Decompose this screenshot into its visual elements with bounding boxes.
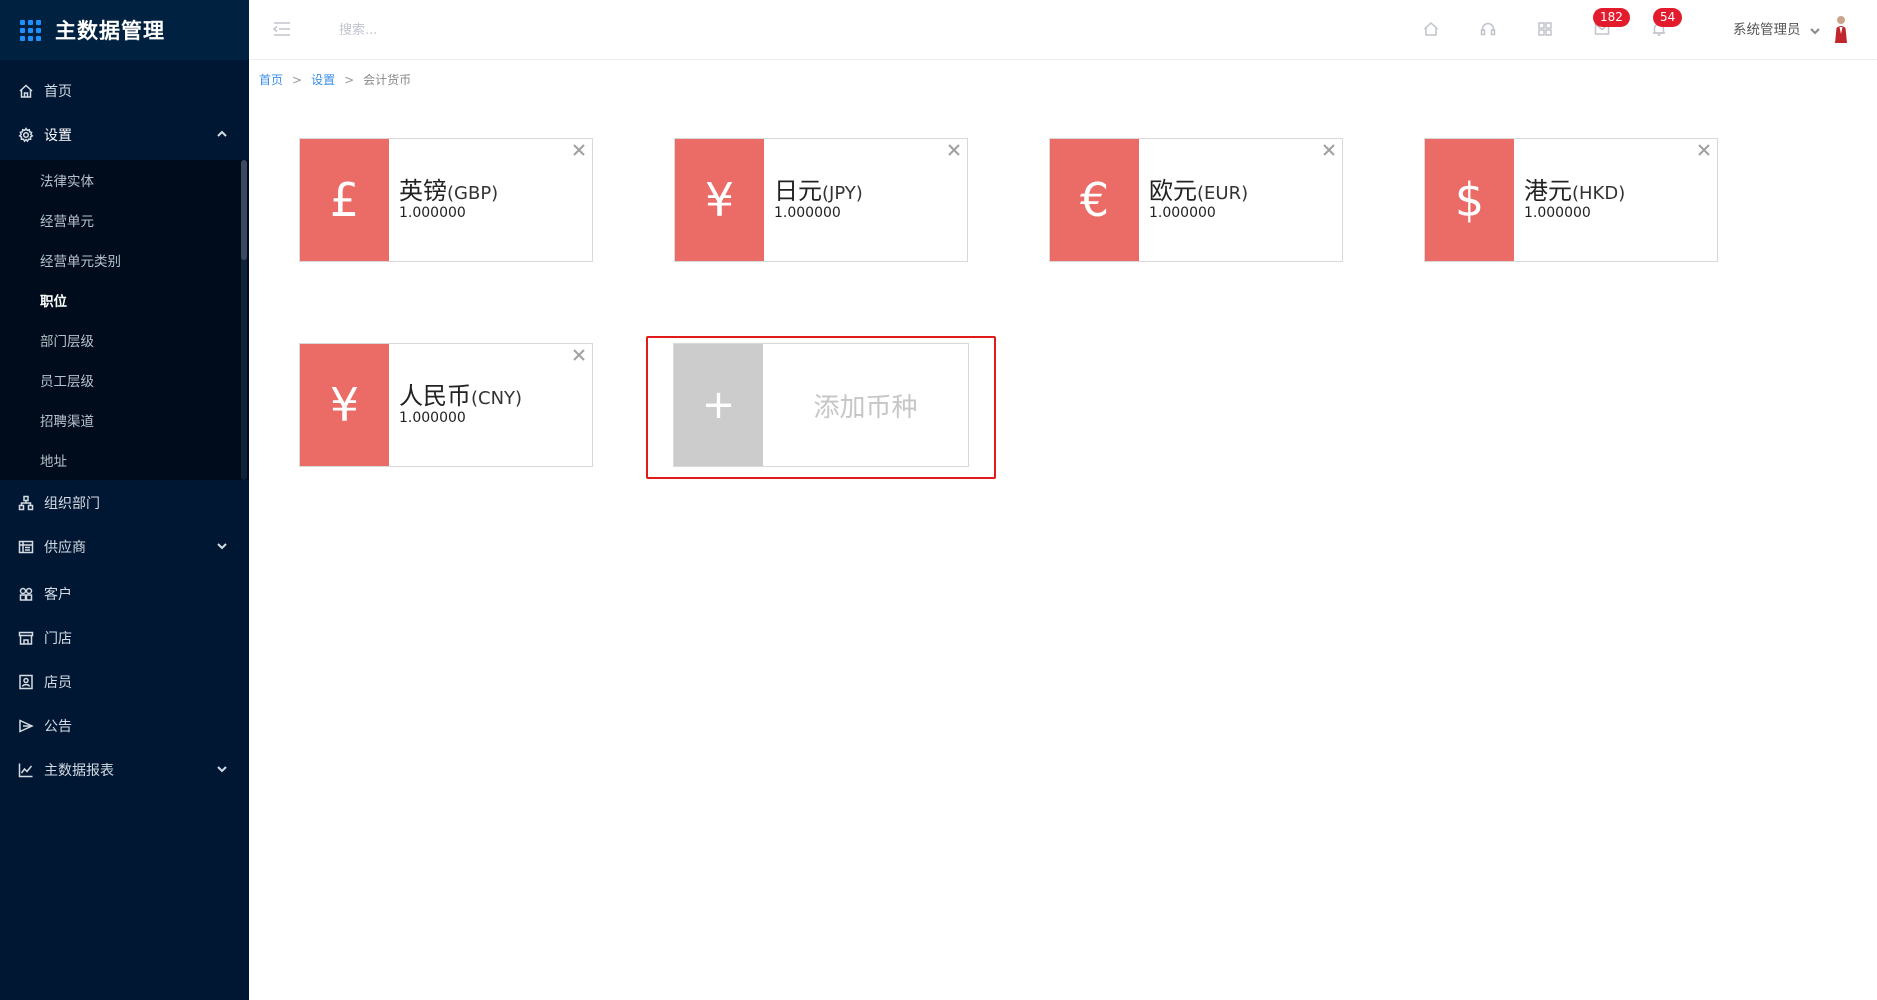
apps-grid-icon bbox=[20, 19, 41, 41]
sidebar-item-label: 门店 bbox=[44, 631, 72, 647]
sidebar-item-label: 供应商 bbox=[44, 540, 86, 556]
add-currency-label: 添加币种 bbox=[813, 392, 918, 423]
breadcrumb-settings[interactable]: 设置 bbox=[311, 71, 335, 88]
sidebar-item-label: 设置 bbox=[44, 128, 72, 144]
close-icon[interactable] bbox=[570, 346, 588, 364]
sidebar-item-customer[interactable]: 客户 bbox=[0, 572, 249, 616]
currency-rate: 1.000000 bbox=[399, 205, 466, 221]
breadcrumb-separator: > bbox=[292, 72, 303, 87]
top-header: 182 54 系统管理员 bbox=[249, 0, 1877, 60]
submenu-item-business-unit-type[interactable]: 经营单元类别 bbox=[0, 240, 240, 280]
sidebar-item-label: 客户 bbox=[44, 587, 72, 603]
search-input[interactable] bbox=[339, 16, 599, 44]
currency-card-gbp[interactable]: £ 英镑(GBP) 1.000000 bbox=[299, 138, 593, 262]
headset-icon[interactable] bbox=[1476, 17, 1500, 41]
sidebar-item-organization[interactable]: 组织部门 bbox=[0, 481, 249, 525]
currency-code: (JPY) bbox=[822, 183, 863, 204]
customer-icon bbox=[16, 584, 36, 604]
currency-rate: 1.000000 bbox=[774, 205, 841, 221]
settings-submenu: 法律实体 经营单元 经营单元类别 职位 部门层级 员工层级 招聘渠道 地址 bbox=[0, 160, 249, 480]
currency-symbol: £ bbox=[300, 139, 389, 261]
mail-badge: 182 bbox=[1593, 8, 1630, 27]
currency-symbol: ¥ bbox=[300, 344, 389, 466]
sidebar: 主数据管理 首页 设置 法律实体 经营单元 经营单元类别 职位 部门层级 员工层… bbox=[0, 0, 249, 1000]
bell-badge: 54 bbox=[1653, 8, 1683, 27]
submenu-item-employee-level[interactable]: 员工层级 bbox=[0, 360, 240, 400]
breadcrumb-current: 会计货币 bbox=[363, 73, 412, 87]
chevron-up-icon bbox=[215, 127, 229, 141]
user-name[interactable]: 系统管理员 bbox=[1733, 18, 1801, 38]
close-icon[interactable] bbox=[1695, 141, 1713, 159]
currency-name: 欧元(EUR) bbox=[1149, 177, 1249, 205]
sidebar-item-home[interactable]: 首页 bbox=[0, 69, 249, 113]
sidebar-item-settings[interactable]: 设置 bbox=[0, 113, 249, 157]
currency-card-jpy[interactable]: ¥ 日元(JPY) 1.000000 bbox=[674, 138, 968, 262]
submenu-item-recruit-channel[interactable]: 招聘渠道 bbox=[0, 400, 240, 440]
sidebar-scrollbar[interactable] bbox=[241, 160, 247, 480]
currency-code: (GBP) bbox=[447, 183, 499, 204]
currency-symbol: $ bbox=[1425, 139, 1514, 261]
submenu-item-department-level[interactable]: 部门层级 bbox=[0, 320, 240, 360]
currency-code: (HKD) bbox=[1572, 183, 1626, 204]
sidebar-item-supplier[interactable]: 供应商 bbox=[0, 525, 249, 569]
scrollbar-thumb[interactable] bbox=[241, 160, 247, 260]
apps-grid-icon[interactable] bbox=[1533, 17, 1557, 41]
sidebar-item-label: 组织部门 bbox=[44, 496, 100, 512]
breadcrumb: 首页 > 设置 > 会计货币 bbox=[259, 71, 411, 88]
brand-header[interactable]: 主数据管理 bbox=[0, 0, 249, 60]
report-chart-icon bbox=[16, 760, 36, 780]
plus-icon: + bbox=[674, 344, 763, 466]
currency-name: 日元(JPY) bbox=[774, 177, 863, 205]
currency-card-eur[interactable]: € 欧元(EUR) 1.000000 bbox=[1049, 138, 1343, 262]
close-icon[interactable] bbox=[570, 141, 588, 159]
currency-code: (EUR) bbox=[1197, 183, 1249, 204]
sidebar-item-label: 首页 bbox=[44, 84, 72, 100]
breadcrumb-home[interactable]: 首页 bbox=[259, 71, 283, 88]
submenu-item-business-unit[interactable]: 经营单元 bbox=[0, 200, 240, 240]
app-title: 主数据管理 bbox=[55, 19, 165, 43]
currency-card-hkd[interactable]: $ 港元(HKD) 1.000000 bbox=[1424, 138, 1718, 262]
gear-icon bbox=[16, 125, 36, 145]
announcement-icon bbox=[16, 716, 36, 736]
sidebar-item-clerk[interactable]: 店员 bbox=[0, 660, 249, 704]
store-icon bbox=[16, 628, 36, 648]
submenu-item-legal-entity[interactable]: 法律实体 bbox=[0, 160, 240, 200]
sidebar-item-label: 公告 bbox=[44, 719, 72, 735]
chevron-down-icon bbox=[215, 762, 229, 776]
sidebar-item-store[interactable]: 门店 bbox=[0, 616, 249, 660]
currency-name: 人民币(CNY) bbox=[399, 382, 523, 410]
sidebar-item-label: 店员 bbox=[44, 675, 72, 691]
currency-name: 港元(HKD) bbox=[1524, 177, 1626, 205]
currency-rate: 1.000000 bbox=[1149, 205, 1216, 221]
currency-symbol: € bbox=[1050, 139, 1139, 261]
add-currency-button[interactable]: + 添加币种 bbox=[673, 343, 969, 467]
home-icon[interactable] bbox=[1419, 17, 1443, 41]
home-icon bbox=[16, 81, 36, 101]
menu-toggle-icon[interactable] bbox=[271, 18, 293, 40]
clerk-icon bbox=[16, 672, 36, 692]
currency-rate: 1.000000 bbox=[1524, 205, 1591, 221]
sidebar-item-announcement[interactable]: 公告 bbox=[0, 704, 249, 748]
currency-rate: 1.000000 bbox=[399, 410, 466, 426]
avatar[interactable] bbox=[1829, 14, 1853, 44]
currency-symbol: ¥ bbox=[675, 139, 764, 261]
submenu-item-position[interactable]: 职位 bbox=[0, 280, 240, 320]
close-icon[interactable] bbox=[945, 141, 963, 159]
close-icon[interactable] bbox=[1320, 141, 1338, 159]
chevron-down-icon[interactable] bbox=[1809, 22, 1821, 35]
breadcrumb-separator: > bbox=[344, 72, 355, 87]
sidebar-item-label: 主数据报表 bbox=[44, 763, 114, 779]
sidebar-item-master-data-report[interactable]: 主数据报表 bbox=[0, 748, 249, 792]
currency-card-cny[interactable]: ¥ 人民币(CNY) 1.000000 bbox=[299, 343, 593, 467]
submenu-item-address[interactable]: 地址 bbox=[0, 440, 240, 480]
chevron-down-icon bbox=[215, 539, 229, 553]
currency-name: 英镑(GBP) bbox=[399, 177, 499, 205]
org-chart-icon bbox=[16, 493, 36, 513]
currency-code: (CNY) bbox=[471, 388, 523, 409]
supplier-icon bbox=[16, 537, 36, 557]
